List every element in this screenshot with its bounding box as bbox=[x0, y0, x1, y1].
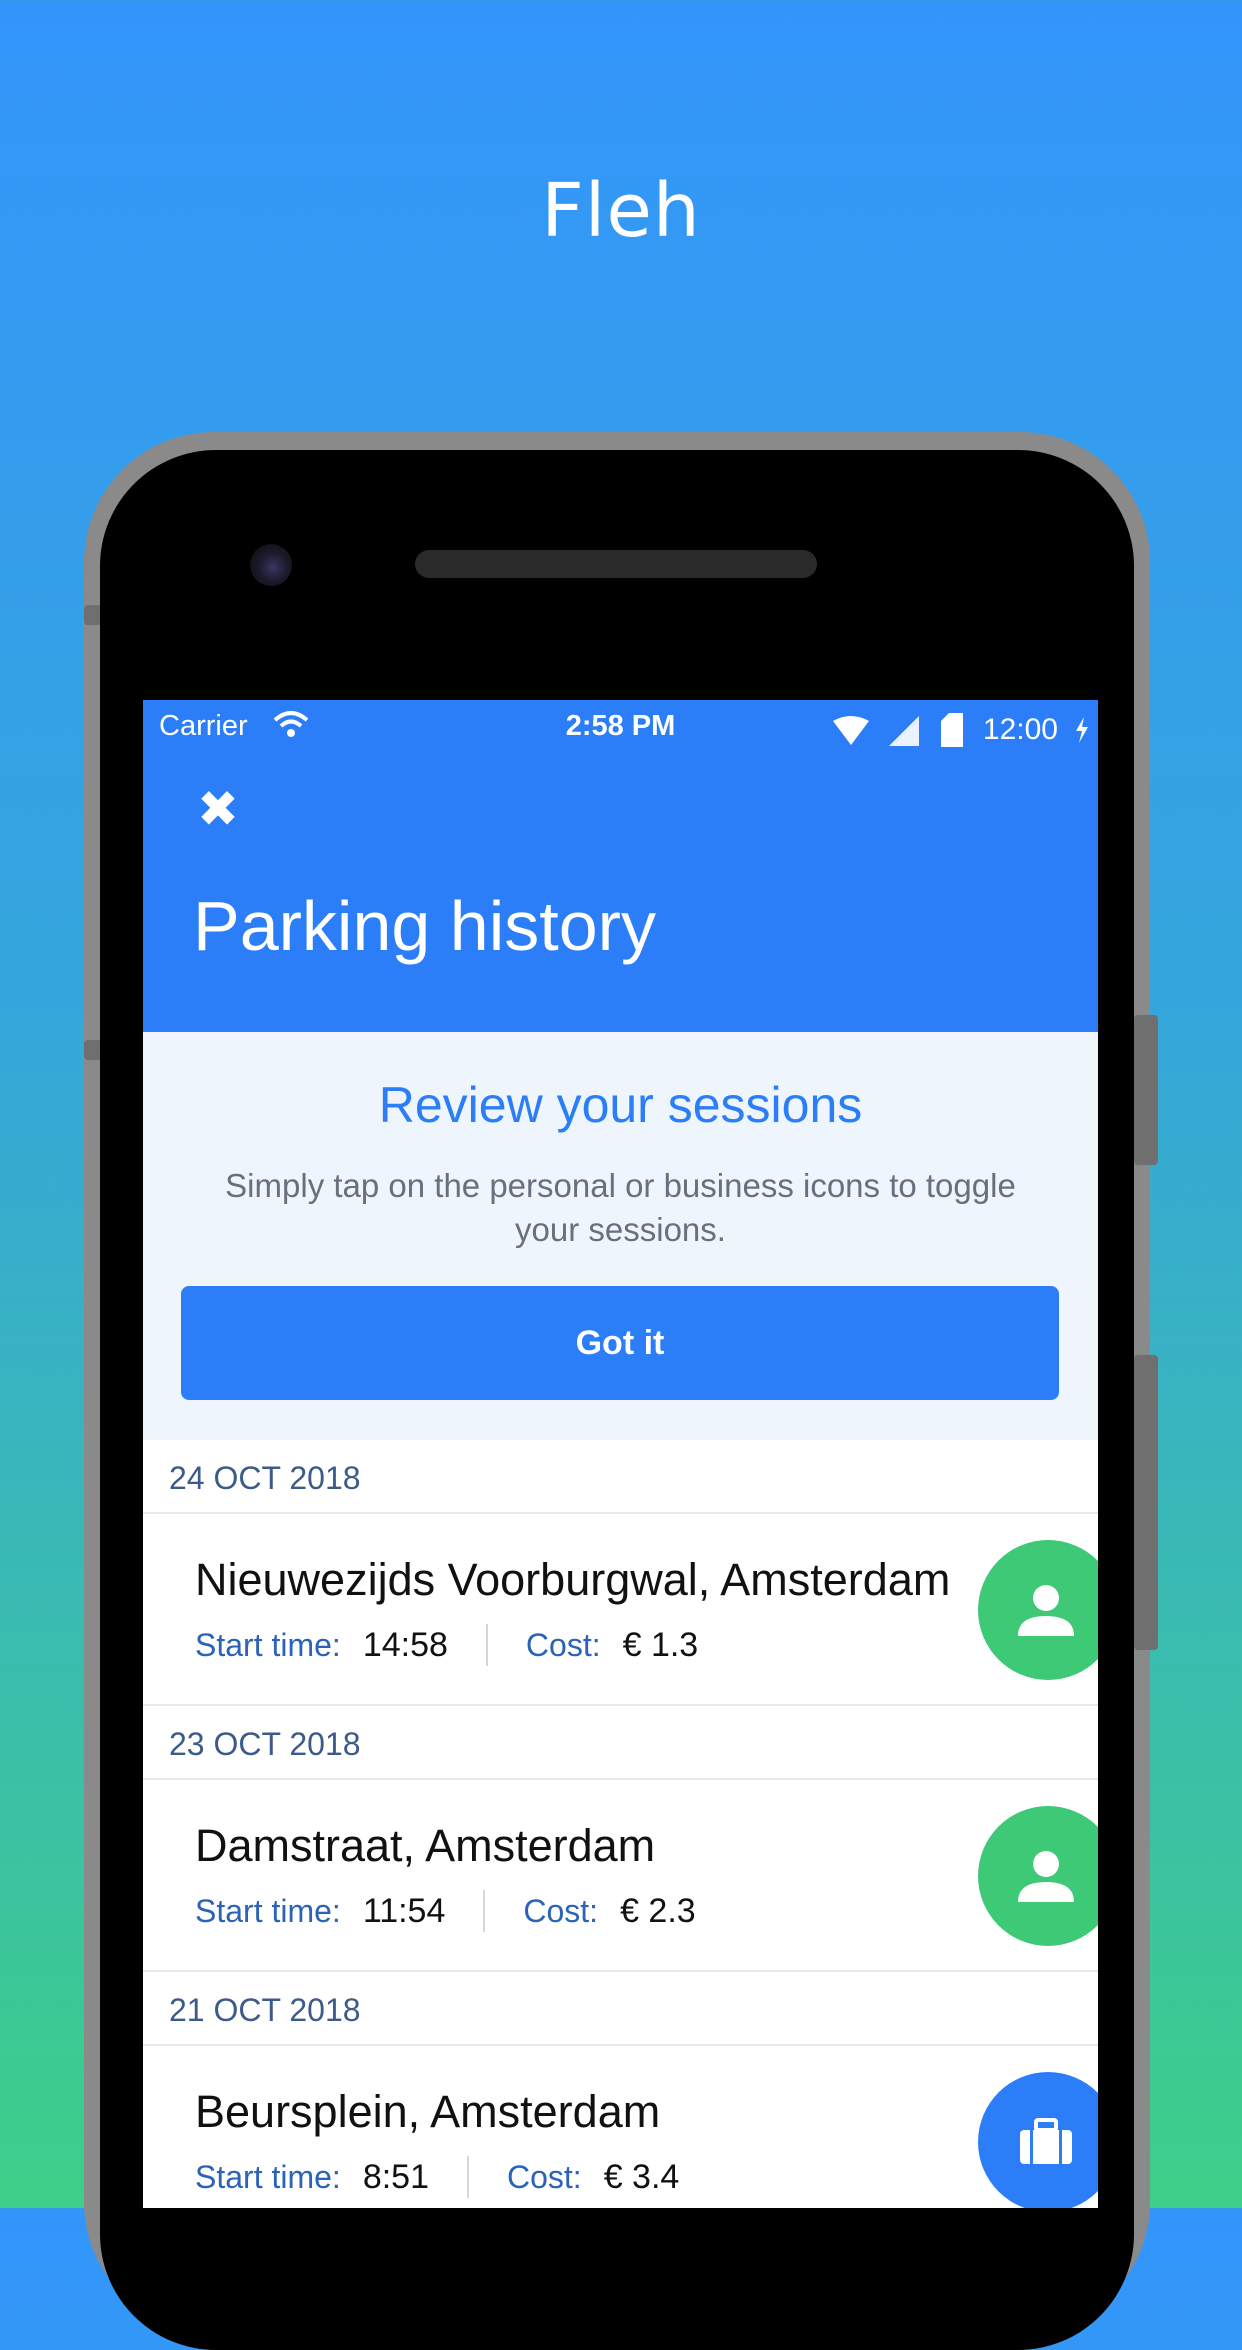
app-header: Carrier 2:58 PM 12:00 ✖ Parking history bbox=[143, 700, 1098, 1032]
date-label: 24 OCT 2018 bbox=[169, 1460, 361, 1496]
sim-icon bbox=[940, 713, 963, 747]
status-icons: 12:00 bbox=[832, 712, 1088, 748]
wifi-signal-icon bbox=[832, 716, 869, 745]
cost-value: € 1.3 bbox=[622, 1625, 699, 1664]
brand-title: Fleh bbox=[541, 168, 701, 254]
cost-label: Cost: bbox=[525, 1626, 601, 1663]
date-header: 21 OCT 2018 bbox=[143, 1972, 1098, 2046]
session-row[interactable]: Damstraat, Amsterdam Start time: 11:54 C… bbox=[143, 1780, 1098, 1972]
page-title: Parking history bbox=[193, 887, 656, 965]
session-meta: Start time: 11:54 Cost: € 2.3 bbox=[195, 1890, 696, 1932]
start-time-value: 8:51 bbox=[362, 2157, 429, 2196]
divider bbox=[483, 1890, 486, 1932]
date-header: 24 OCT 2018 bbox=[143, 1440, 1098, 1514]
session-row[interactable]: Beursplein, Amsterdam Start time: 8:51 C… bbox=[143, 2046, 1098, 2208]
cost-value: € 3.4 bbox=[603, 2157, 680, 2196]
briefcase-icon bbox=[1020, 2118, 1072, 2164]
start-time-value: 14:58 bbox=[362, 1625, 448, 1664]
session-meta: Start time: 8:51 Cost: € 3.4 bbox=[195, 2156, 679, 2198]
divider bbox=[467, 2156, 469, 2198]
session-meta: Start time: 14:58 Cost: € 1.3 bbox=[195, 1624, 698, 1666]
close-icon[interactable]: ✖ bbox=[195, 784, 241, 834]
session-location: Damstraat, Amsterdam bbox=[195, 1820, 656, 1871]
session-location: Nieuwezijds Voorburgwal, Amsterdam bbox=[195, 1554, 951, 1605]
speaker-grille bbox=[415, 550, 817, 578]
cell-signal-icon bbox=[888, 716, 919, 746]
start-time-label: Start time: bbox=[195, 1892, 341, 1929]
charging-icon bbox=[1076, 717, 1088, 743]
cost-value: € 2.3 bbox=[620, 1891, 696, 1930]
status-bar: Carrier 2:58 PM 12:00 bbox=[143, 700, 1098, 756]
session-location: Beursplein, Amsterdam bbox=[195, 2086, 661, 2137]
start-time-value: 11:54 bbox=[362, 1891, 446, 1930]
divider bbox=[485, 1624, 488, 1666]
session-row[interactable]: Nieuwezijds Voorburgwal, Amsterdam Start… bbox=[143, 1514, 1098, 1706]
cost-label: Cost: bbox=[507, 2158, 582, 2195]
review-banner: Review your sessions Simply tap on the p… bbox=[143, 1032, 1098, 1440]
got-it-button[interactable]: Got it bbox=[181, 1286, 1059, 1400]
status-clock: 12:00 bbox=[982, 713, 1058, 746]
date-header: 23 OCT 2018 bbox=[143, 1706, 1098, 1780]
phone-power-button bbox=[1134, 1355, 1158, 1650]
camera-icon bbox=[250, 544, 292, 586]
person-icon bbox=[1018, 1851, 1074, 1902]
phone-volume-button bbox=[1134, 1015, 1158, 1165]
person-icon bbox=[1018, 1585, 1074, 1636]
cost-label: Cost: bbox=[523, 1892, 599, 1929]
banner-description: Simply tap on the personal or business i… bbox=[225, 1167, 1016, 1248]
app-screen: Carrier 2:58 PM 12:00 ✖ Parking history … bbox=[143, 700, 1098, 2208]
banner-title: Review your sessions bbox=[378, 1077, 863, 1133]
date-label: 21 OCT 2018 bbox=[169, 1992, 361, 2028]
start-time-label: Start time: bbox=[195, 2158, 341, 2195]
date-label: 23 OCT 2018 bbox=[169, 1726, 361, 1762]
start-time-label: Start time: bbox=[195, 1626, 341, 1663]
